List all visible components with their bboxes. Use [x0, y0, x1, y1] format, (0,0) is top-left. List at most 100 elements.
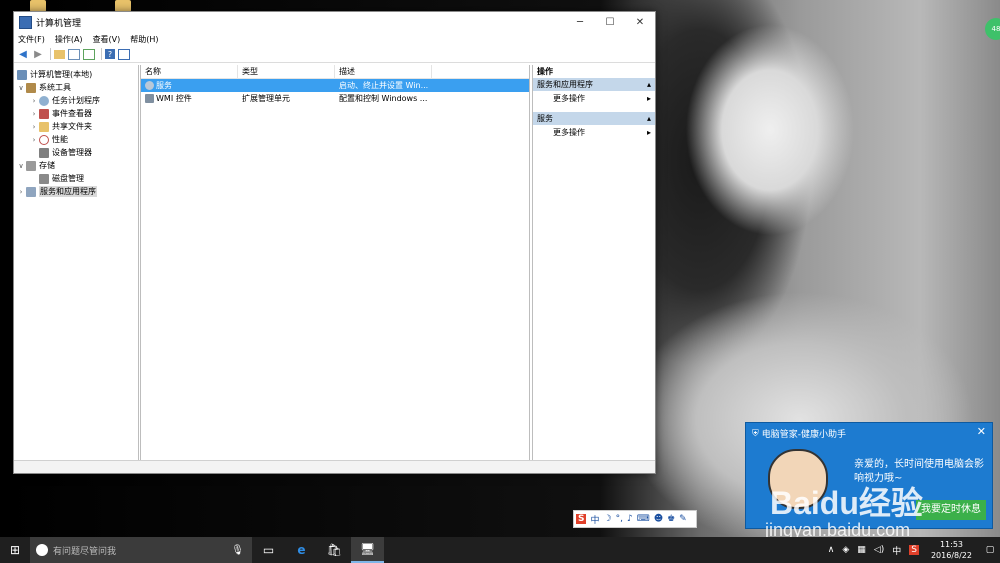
store-icon[interactable]: 🛍	[318, 537, 351, 563]
menu-view[interactable]: 查看(V)	[93, 34, 121, 45]
skin-icon[interactable]: ♚	[667, 514, 675, 524]
status-bar	[14, 460, 655, 473]
menu-file[interactable]: 文件(F)	[18, 34, 45, 45]
windows-start-icon[interactable]: ⊞	[0, 537, 30, 563]
minimize-button[interactable]: ─	[565, 12, 595, 32]
close-icon[interactable]: ✕	[977, 425, 986, 438]
moon-icon[interactable]: ☽	[604, 514, 612, 524]
list-cell-type: 扩展管理单元	[242, 94, 290, 103]
ime-toolbar[interactable]: S 中 ☽ °, ♪ ⌨ ☻ ♚ ✎	[573, 510, 697, 528]
clock-date: 2016/8/22	[930, 551, 972, 560]
actions-section-services[interactable]: 服务 ▴	[533, 112, 655, 125]
submenu-arrow-icon: ▸	[646, 94, 651, 103]
tree-item-system-tools[interactable]: ∨ 系统工具	[14, 81, 138, 94]
disk-icon	[39, 173, 49, 184]
cortana-search-box[interactable]: 有问题尽管问我 🎙	[30, 537, 252, 563]
tree-item-device-manager[interactable]: 设备管理器	[14, 146, 138, 159]
properties-icon[interactable]	[118, 48, 130, 60]
services-apps-icon	[26, 186, 36, 197]
toolbar: ◀ ▶ ?	[14, 46, 655, 63]
title-bar[interactable]: 计算机管理 ─ ☐ ✕	[14, 12, 655, 32]
toolbar-separator	[101, 48, 102, 60]
system-tray: ∧ ◈ ▦ ◁) 中 S 11:53 2016/8/22 ▢	[824, 537, 1000, 563]
tree-item-services-apps[interactable]: › 服务和应用程序	[14, 185, 138, 198]
navigation-tree: 计算机管理(本地) ∨ 系统工具 › 任务计划程序 › 事件查看器 › 共享文件…	[14, 65, 139, 461]
microphone-icon[interactable]: 🎙	[231, 545, 244, 556]
up-folder-icon[interactable]	[54, 49, 65, 59]
menu-action[interactable]: 操作(A)	[55, 34, 83, 45]
performance-icon	[39, 134, 49, 145]
menu-bar: 文件(F) 操作(A) 查看(V) 帮助(H)	[14, 32, 655, 46]
action-center-icon[interactable]: ▢	[980, 537, 1000, 563]
pc-manager-tray-icon[interactable]: ◈	[842, 545, 849, 555]
chevron-right-icon[interactable]: ›	[30, 136, 38, 144]
list-cell-description: 配置和控制 Windows ...	[339, 94, 428, 103]
computer-management-window: 计算机管理 ─ ☐ ✕ 文件(F) 操作(A) 查看(V) 帮助(H) ◀ ▶ …	[13, 11, 656, 474]
chevron-right-icon[interactable]: ›	[30, 110, 38, 118]
show-hidden-icons-icon[interactable]: ∧	[828, 545, 835, 555]
storage-icon	[26, 160, 36, 171]
details-list: 名称 类型 描述 服务 启动、终止并设置 Win... WMI 控件 扩展管理单…	[140, 65, 530, 461]
chevron-down-icon[interactable]: ∨	[17, 84, 25, 92]
list-row-services[interactable]: 服务 启动、终止并设置 Win...	[141, 79, 529, 92]
column-header-name[interactable]: 名称	[141, 65, 238, 78]
list-row-wmi[interactable]: WMI 控件 扩展管理单元 配置和控制 Windows ...	[141, 92, 529, 105]
show-hide-tree-icon[interactable]	[68, 48, 80, 60]
help-icon[interactable]: ?	[105, 49, 115, 59]
clock[interactable]: 11:53 2016/8/22	[931, 539, 972, 561]
export-list-icon[interactable]	[83, 48, 95, 60]
chevron-right-icon[interactable]: ›	[30, 123, 38, 131]
tree-item-performance[interactable]: › 性能	[14, 133, 138, 146]
tools-icon	[26, 82, 36, 93]
action-more-actions[interactable]: 更多操作 ▸	[533, 125, 655, 141]
list-cell-name: WMI 控件	[141, 93, 238, 104]
actions-pane: 操作 服务和应用程序 ▴ 更多操作 ▸ 服务 ▴ 更多操作 ▸	[532, 65, 655, 461]
toolbar-separator	[50, 48, 51, 60]
action-more-actions[interactable]: 更多操作 ▸	[533, 91, 655, 107]
keyboard-icon[interactable]: ⌨	[637, 514, 650, 524]
maximize-button[interactable]: ☐	[595, 12, 625, 32]
close-button[interactable]: ✕	[625, 12, 655, 32]
chevron-right-icon[interactable]: ›	[17, 188, 25, 196]
list-header: 名称 类型 描述	[141, 65, 529, 79]
pc-manager-float-ball[interactable]: 48	[985, 18, 1000, 40]
computer-management-taskbar-icon[interactable]: 🖥	[351, 537, 384, 563]
user-icon[interactable]: ☻	[654, 514, 663, 524]
mic-icon[interactable]: ♪	[627, 514, 633, 524]
back-arrow-icon[interactable]: ◀	[17, 48, 29, 60]
ime-language[interactable]: 中	[892, 544, 901, 557]
baidu-jingyan-watermark: Baidu经验	[770, 485, 923, 521]
event-viewer-icon	[39, 108, 49, 119]
column-header-description[interactable]: 描述	[335, 65, 432, 78]
punctuation-icon[interactable]: °,	[616, 514, 623, 524]
tree-item-disk-management[interactable]: 磁盘管理	[14, 172, 138, 185]
chevron-right-icon[interactable]: ›	[30, 97, 38, 105]
window-title: 计算机管理	[36, 18, 82, 29]
tree-item-task-scheduler[interactable]: › 任务计划程序	[14, 94, 138, 107]
column-header-type[interactable]: 类型	[238, 65, 335, 78]
tree-item-storage[interactable]: ∨ 存储	[14, 159, 138, 172]
menu-help[interactable]: 帮助(H)	[130, 34, 158, 45]
forward-arrow-icon[interactable]: ▶	[32, 48, 44, 60]
actions-section-services-apps[interactable]: 服务和应用程序 ▴	[533, 78, 655, 91]
computer-management-icon	[19, 15, 32, 29]
cortana-icon	[36, 544, 48, 556]
ime-mode[interactable]: 中	[590, 513, 599, 526]
collapse-up-icon[interactable]: ▴	[647, 78, 651, 91]
gear-icon	[145, 81, 154, 90]
clock-icon	[39, 95, 49, 106]
volume-icon[interactable]: ◁)	[874, 545, 884, 555]
scheduled-rest-button[interactable]: 我要定时休息	[916, 500, 986, 520]
tree-item-root[interactable]: 计算机管理(本地)	[14, 68, 138, 81]
sogou-logo-icon[interactable]: S	[576, 514, 587, 524]
sogou-tray-icon[interactable]: S	[909, 545, 919, 555]
network-icon[interactable]: ▦	[857, 545, 866, 555]
edge-browser-icon[interactable]: e	[285, 537, 318, 563]
tree-item-shared-folders[interactable]: › 共享文件夹	[14, 120, 138, 133]
tree-item-event-viewer[interactable]: › 事件查看器	[14, 107, 138, 120]
clock-time: 11:53	[939, 540, 964, 549]
chevron-down-icon[interactable]: ∨	[17, 162, 25, 170]
wrench-icon[interactable]: ✎	[679, 514, 687, 524]
collapse-up-icon[interactable]: ▴	[647, 112, 651, 125]
task-view-icon[interactable]: ▭	[252, 537, 285, 563]
